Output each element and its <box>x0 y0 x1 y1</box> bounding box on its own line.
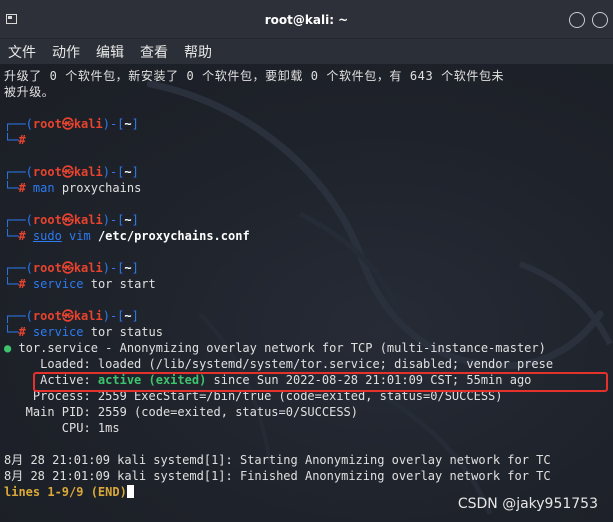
terminal-output[interactable]: 升级了 0 个软件包，新安装了 0 个软件包，要卸载 0 个软件包，有 643 … <box>0 64 613 522</box>
prompt-line: ┌──(root㉿kali)-[~] <box>4 213 139 227</box>
service-cpu-line: CPU: 1ms <box>4 421 120 435</box>
journal-line: 8月 28 21:01:09 kali systemd[1]: Finished… <box>4 469 551 483</box>
menu-file[interactable]: 文件 <box>8 42 36 62</box>
pager-status: lines 1-9/9 (END) <box>4 484 134 500</box>
prompt-line: ┌──(root㉿kali)-[~] <box>4 309 139 323</box>
terminal-window: root@kali: ~ 文件 动作 编辑 查看 帮助 升级了 0 个软件包，新… <box>0 0 613 522</box>
upgrade-message-cont: 被升级。 <box>4 85 55 99</box>
menu-actions[interactable]: 动作 <box>52 42 80 62</box>
menu-view[interactable]: 查看 <box>140 42 168 62</box>
menu-bar: 文件 动作 编辑 查看 帮助 <box>0 39 613 64</box>
upgrade-message: 升级了 0 个软件包，新安装了 0 个软件包，要卸载 0 个软件包，有 643 … <box>4 69 505 83</box>
menu-help[interactable]: 帮助 <box>184 42 212 62</box>
prompt-line: ┌──(root㉿kali)-[~] <box>4 261 139 275</box>
menu-edit[interactable]: 编辑 <box>96 42 124 62</box>
service-unit-line: ● tor.service - Anonymizing overlay netw… <box>4 341 546 355</box>
prompt-line: ┌──(root㉿kali)-[~] <box>4 165 139 179</box>
title-bar[interactable]: root@kali: ~ <box>0 0 613 39</box>
service-mainpid-line: Main PID: 2559 (code=exited, status=0/SU… <box>4 405 359 419</box>
command-line: └─# sudo vim /etc/proxychains.conf <box>4 229 250 243</box>
active-status-highlight <box>33 372 608 392</box>
journal-line: 8月 28 21:01:09 kali systemd[1]: Starting… <box>4 453 551 467</box>
maximize-button[interactable] <box>592 12 608 28</box>
command-line: └─# <box>4 133 26 147</box>
window-title: root@kali: ~ <box>264 13 349 27</box>
csdn-watermark: CSDN @jaky951753 <box>457 496 598 512</box>
command-line: └─# service tor status <box>4 325 163 339</box>
command-line: └─# service tor start <box>4 277 156 291</box>
text-cursor <box>126 485 134 498</box>
minimize-button[interactable] <box>569 12 585 28</box>
command-line: └─# man proxychains <box>4 181 142 195</box>
service-loaded-line: Loaded: loaded (/lib/systemd/system/tor.… <box>4 357 554 371</box>
prompt-line: ┌──(root㉿kali)-[~] <box>4 117 139 131</box>
